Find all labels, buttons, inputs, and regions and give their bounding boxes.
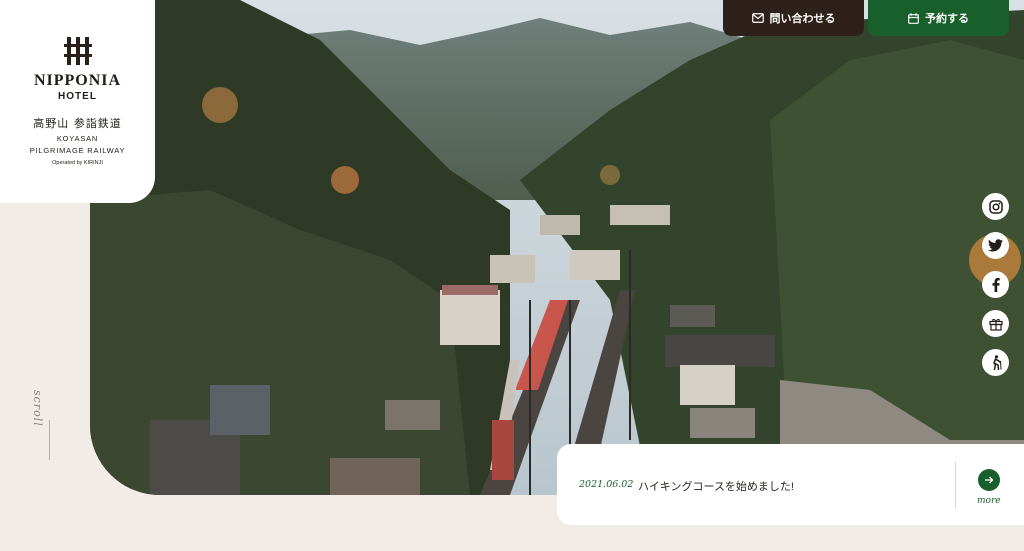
brand-subname: HOTEL [58,91,97,102]
brand-line2: PILGRIMAGE RAILWAY [29,146,126,155]
brand-line1: KOYASAN [56,134,99,143]
instagram-icon [988,199,1003,214]
gift-link[interactable] [982,310,1009,337]
scroll-line [49,420,50,460]
brand-operator: Operated by KIRINJI [52,160,103,166]
hero-image [90,0,1024,495]
scroll-label: scroll [31,390,44,427]
social-links [982,193,1009,376]
news-bar[interactable]: 2021.06.02 ハイキングコースを始めました! more [557,444,1024,525]
hiking-icon [992,355,1001,370]
reserve-button-label: 予約する [925,13,969,25]
gift-icon [988,318,1003,331]
logo-card[interactable]: NIPPONIA HOTEL 高野山 参詣鉄道 KOYASAN PILGRIMA… [0,0,155,203]
contact-button[interactable]: 問い合わせる [723,0,864,36]
twitter-icon [988,239,1003,252]
brand-name: NIPPONIA [33,72,122,89]
contact-button-label: 問い合わせる [769,13,836,25]
facebook-icon [992,277,1000,292]
instagram-link[interactable] [982,193,1009,220]
news-more-label[interactable]: more [977,496,1001,506]
facebook-link[interactable] [982,271,1009,298]
brand-japanese-name: 高野山 参詣鉄道 [33,117,122,130]
reserve-button[interactable]: 予約する [868,0,1009,36]
news-date: 2021.06.02 [579,479,634,490]
arrow-right-icon [985,476,994,484]
mail-icon [751,13,764,23]
news-divider [955,462,956,508]
news-title[interactable]: ハイキングコースを始めました! [638,478,794,494]
hiking-link[interactable] [982,349,1009,376]
twitter-link[interactable] [982,232,1009,259]
nipponia-logo-icon [63,37,92,65]
calendar-icon [908,12,919,24]
news-more-button[interactable] [978,469,1000,491]
